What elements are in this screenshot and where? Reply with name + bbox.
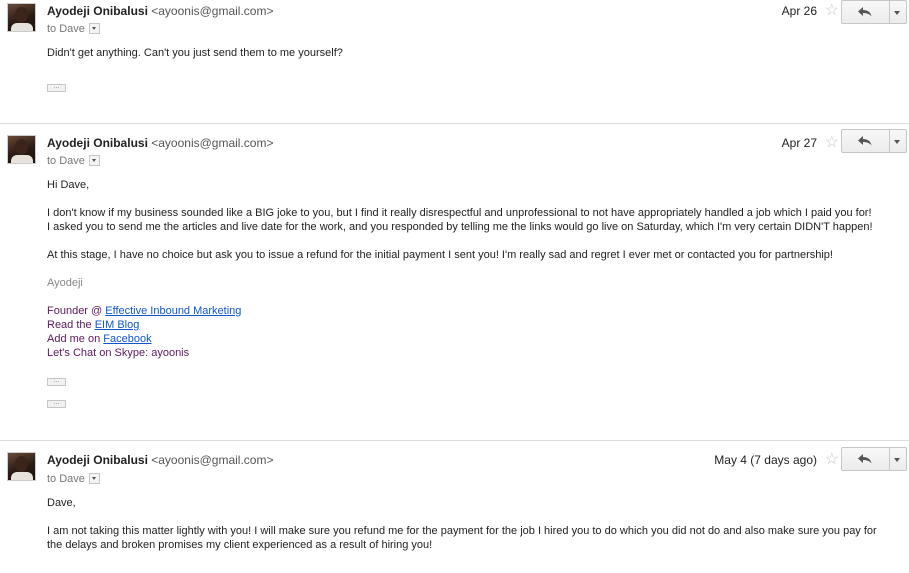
sender-name[interactable]: Ayodeji Onibalusi (47, 4, 148, 18)
effective-inbound-marketing-link[interactable]: Effective Inbound Marketing (105, 305, 241, 317)
avatar[interactable] (7, 135, 36, 164)
reply-button-group (841, 129, 907, 153)
details-dropdown-icon[interactable] (88, 154, 100, 166)
details-dropdown-icon[interactable] (88, 472, 100, 484)
greeting: Hi Dave, (47, 179, 90, 191)
body-text: Didn't get anything. Can't you just send… (47, 47, 343, 59)
star-icon[interactable]: ☆ (825, 3, 839, 19)
sender[interactable]: Ayodeji Onibalusi <ayoonis@gmail.com> (47, 453, 274, 467)
more-options-button[interactable] (888, 1, 906, 23)
avatar[interactable] (7, 452, 36, 481)
sender-email: <ayoonis@gmail.com> (151, 136, 274, 150)
recipient-line: to Dave (47, 154, 100, 167)
signature-name: Ayodeji (47, 277, 83, 289)
signature-founder-prefix: Founder @ (47, 305, 106, 317)
signature-founder: Founder @ Effective Inbound Marketing (47, 304, 897, 318)
more-options-button[interactable] (888, 448, 906, 470)
greeting: Dave, (47, 497, 76, 509)
signature-read-prefix: Read the (47, 319, 95, 331)
body-line: I am not taking this matter lightly with… (47, 525, 877, 551)
avatar[interactable] (7, 3, 36, 32)
message-body: Hi Dave, I don't know if my business sou… (47, 178, 897, 360)
body-line: I asked you to send me the articles and … (47, 221, 873, 233)
recipient-line: to Dave (47, 22, 100, 35)
reply-button-group (841, 447, 907, 471)
message-date[interactable]: May 4 (7 days ago) (714, 453, 817, 467)
facebook-link[interactable]: Facebook (103, 333, 151, 345)
message-date[interactable]: Apr 26 (782, 4, 817, 18)
show-trimmed-content-button[interactable]: ... (47, 377, 66, 386)
star-icon[interactable]: ☆ (825, 135, 839, 151)
sender-email: <ayoonis@gmail.com> (151, 453, 274, 467)
sender-email: <ayoonis@gmail.com> (151, 4, 274, 18)
show-trimmed-content-button[interactable]: ... (47, 399, 66, 408)
sender-name[interactable]: Ayodeji Onibalusi (47, 136, 148, 150)
reply-button-group (841, 0, 907, 24)
reply-icon (858, 136, 872, 146)
eim-blog-link[interactable]: EIM Blog (95, 319, 140, 331)
recipient-text: to Dave (47, 473, 85, 485)
body-line: At this stage, I have no choice but ask … (47, 249, 833, 261)
recipient-line: to Dave (47, 472, 100, 485)
message-body: Didn't get anything. Can't you just send… (47, 46, 897, 60)
details-dropdown-icon[interactable] (88, 22, 100, 34)
reply-button[interactable] (842, 1, 890, 23)
reply-button[interactable] (842, 448, 890, 470)
sender-name[interactable]: Ayodeji Onibalusi (47, 453, 148, 467)
message-divider (0, 440, 909, 441)
recipient-text: to Dave (47, 23, 85, 35)
message-date[interactable]: Apr 27 (782, 136, 817, 150)
recipient-text: to Dave (47, 155, 85, 167)
signature-skype: Let's Chat on Skype: ayoonis (47, 347, 190, 359)
show-trimmed-content-button[interactable]: ... (47, 83, 66, 92)
star-icon[interactable]: ☆ (825, 452, 839, 468)
reply-icon (858, 454, 872, 464)
sender[interactable]: Ayodeji Onibalusi <ayoonis@gmail.com> (47, 4, 274, 18)
signature-add-prefix: Add me on (47, 333, 104, 345)
more-options-button[interactable] (888, 130, 906, 152)
signature-facebook: Add me on Facebook (47, 332, 897, 346)
reply-icon (858, 7, 872, 17)
reply-button[interactable] (842, 130, 890, 152)
message-divider (0, 123, 909, 124)
signature-blog: Read the EIM Blog (47, 318, 897, 332)
body-line: I don't know if my business sounded like… (47, 207, 872, 219)
sender[interactable]: Ayodeji Onibalusi <ayoonis@gmail.com> (47, 136, 274, 150)
message-body: Dave, I am not taking this matter lightl… (47, 496, 892, 552)
